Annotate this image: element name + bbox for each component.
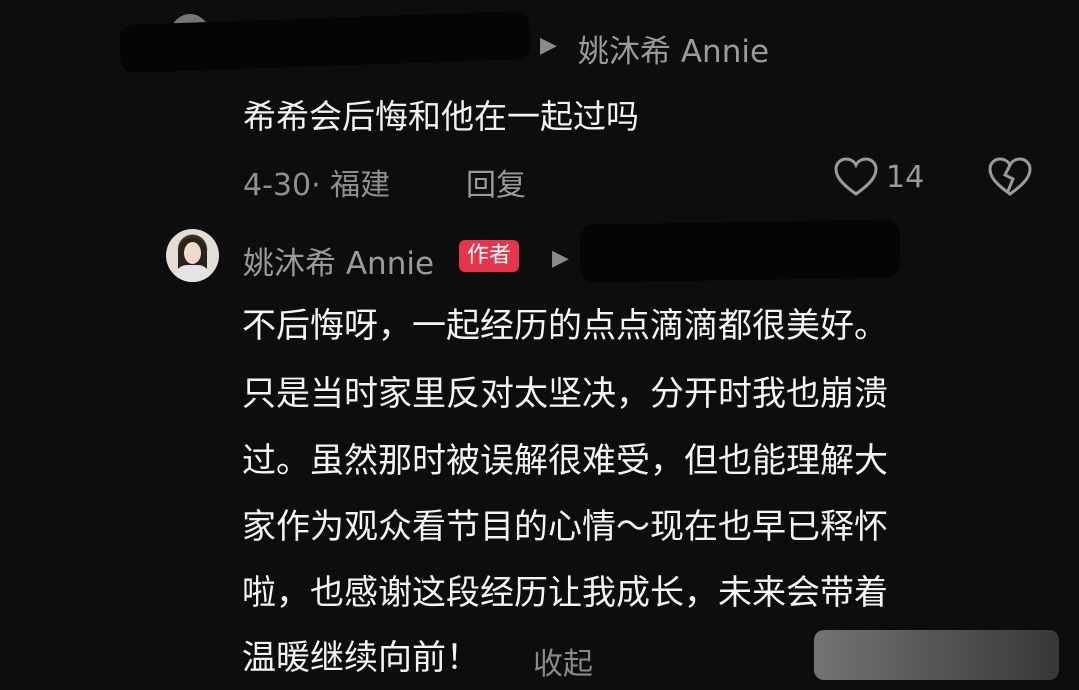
- collapse-button[interactable]: 收起: [533, 639, 593, 683]
- reply-text-line: 只是当时家里反对太坚决，分开时我也崩溃: [242, 374, 888, 414]
- avatar-body: [175, 265, 210, 282]
- reply-arrow-icon: ▶: [540, 33, 557, 58]
- broken-heart-icon: [988, 157, 1032, 196]
- watermark: [814, 630, 1059, 680]
- reply-arrow-icon: ▶: [552, 246, 569, 271]
- avatar-face: [184, 242, 201, 264]
- reply-to-name[interactable]: 姚沐希 Annie: [578, 26, 769, 71]
- reply-text-line: 家作为观众看节目的心情～现在也早已释怀: [242, 507, 888, 547]
- redacted-username: [579, 219, 901, 283]
- heart-icon: [834, 157, 878, 196]
- author-badge: 作者: [459, 240, 520, 272]
- comment-date-location: 4-30· 福建: [243, 168, 391, 203]
- like-count: 14: [886, 160, 925, 195]
- reply-text-line: 啦，也感谢这段经历让我成长，未来会带着: [242, 573, 888, 613]
- like-button[interactable]: [834, 157, 878, 197]
- comment-text: 希希会后悔和他在一起过吗: [243, 97, 639, 136]
- reply-text-line: 温暖继续向前！: [242, 638, 480, 678]
- reply-button[interactable]: 回复: [466, 160, 526, 204]
- author-avatar[interactable]: [166, 229, 219, 282]
- reply-text-line: 不后悔呀，一起经历的点点滴滴都很美好。: [242, 306, 888, 346]
- reply-text-line: 过。虽然那时被误解很难受，但也能理解大: [242, 441, 888, 481]
- author-name[interactable]: 姚沐希 Annie: [243, 238, 434, 283]
- dislike-button[interactable]: [988, 157, 1032, 197]
